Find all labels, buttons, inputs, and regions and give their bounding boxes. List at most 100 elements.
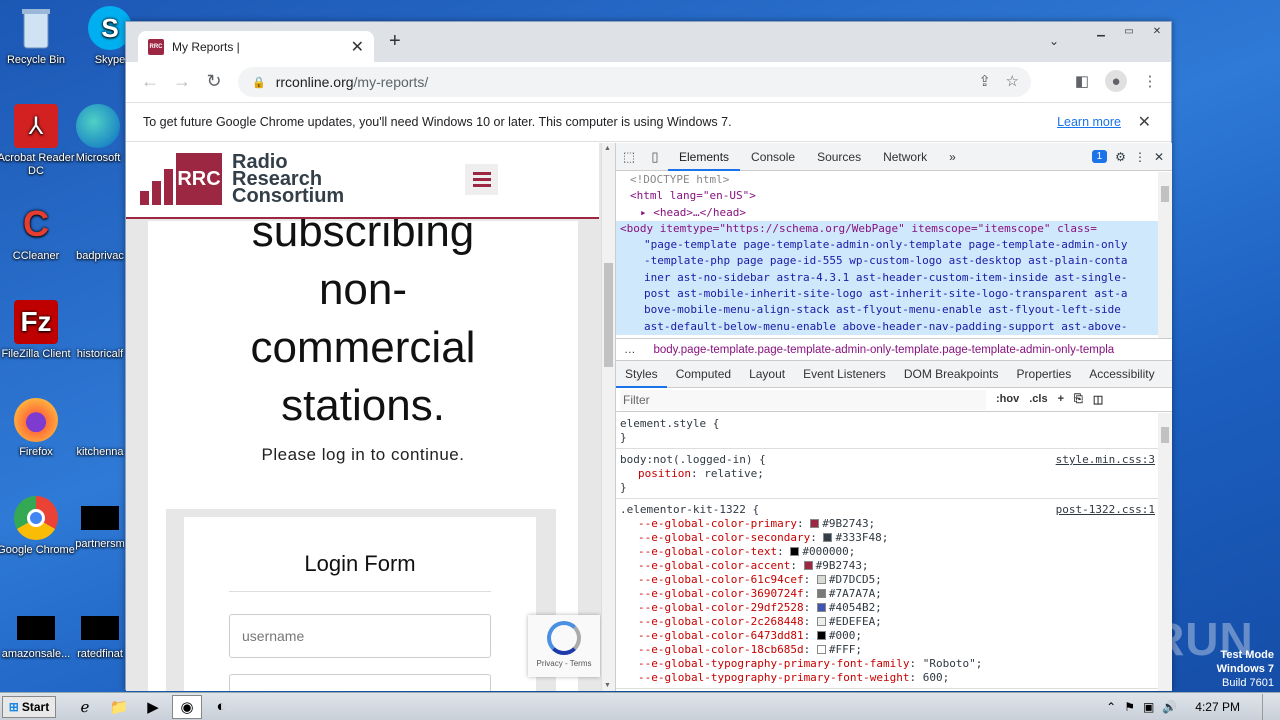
new-tab-icon[interactable]: +	[389, 30, 401, 53]
styles-filter-input[interactable]: Filter	[620, 389, 986, 410]
css-property-value[interactable]: "Roboto";	[923, 657, 983, 670]
css-property-name[interactable]: --e-global-color-primary	[638, 517, 797, 530]
tray-volume-icon[interactable]: 🔊	[1162, 700, 1177, 714]
tab-search-icon[interactable]: ⌄	[1049, 34, 1059, 48]
css-property[interactable]: --e-global-color-primary: #9B2743;	[620, 517, 1155, 531]
menu-kebab-icon[interactable]: ⋮	[1139, 70, 1161, 92]
devtools-menu-icon[interactable]: ⋮	[1134, 150, 1146, 164]
profile-avatar-icon[interactable]: ●	[1105, 70, 1127, 92]
color-swatch[interactable]	[803, 561, 813, 570]
maximize-icon[interactable]: ▭	[1115, 22, 1143, 40]
reload-icon[interactable]: ↻	[198, 71, 230, 92]
css-property[interactable]: --e-global-typography-primary-font-weigh…	[620, 671, 1155, 685]
site-logo[interactable]: RRC Radio Research Consortium	[140, 152, 344, 206]
desktop-icon-recycle-bin[interactable]: Recycle Bin	[0, 6, 76, 67]
css-property-name[interactable]: position	[638, 467, 691, 480]
device-toolbar-icon[interactable]: ▯	[642, 149, 668, 165]
css-property-value[interactable]: #000000;	[802, 545, 855, 558]
css-property-name[interactable]: --e-global-color-29df2528	[638, 601, 804, 614]
subtab-accessibility[interactable]: Accessibility	[1080, 361, 1163, 388]
css-property[interactable]: --e-global-color-accent: #9B2743;	[620, 559, 1155, 573]
password-input[interactable]	[229, 674, 491, 691]
tab-network[interactable]: Network	[872, 143, 938, 171]
issues-badge[interactable]: 1	[1091, 150, 1108, 163]
inspect-element-icon[interactable]: ⬚	[616, 149, 642, 165]
page-scrollbar-thumb[interactable]	[604, 263, 613, 367]
css-property[interactable]: --e-global-color-text: #000000;	[620, 545, 1155, 559]
infobar-close-icon[interactable]: ✕	[1138, 112, 1151, 132]
tray-network-icon[interactable]: ▣	[1143, 700, 1154, 714]
css-rule[interactable]: body:not(.logged-in) {style.min.css:3 pos…	[616, 449, 1159, 499]
subtab-computed[interactable]: Computed	[667, 361, 740, 388]
color-swatch[interactable]	[816, 589, 826, 598]
color-swatch[interactable]	[810, 519, 820, 528]
css-property[interactable]: --e-global-color-2c268448: #EDEFEA;	[620, 615, 1155, 629]
css-property[interactable]: --e-global-color-29df2528: #4054B2;	[620, 601, 1155, 615]
css-property-value[interactable]: relative;	[704, 467, 764, 480]
color-swatch[interactable]	[816, 603, 826, 612]
css-property-value[interactable]: #EDEFEA;	[829, 615, 882, 628]
tray-expand-icon[interactable]: ⌃	[1106, 700, 1116, 714]
css-property-value[interactable]: #000;	[829, 629, 862, 642]
username-input[interactable]: username	[229, 614, 491, 658]
taskbar-explorer-icon[interactable]: 📁	[104, 695, 134, 719]
lock-icon[interactable]: 🔒	[252, 76, 266, 89]
css-property[interactable]: --e-global-color-18cb685d: #FFF;	[620, 643, 1155, 657]
css-property[interactable]: --e-global-color-6473dd81: #000;	[620, 629, 1155, 643]
address-bar[interactable]: 🔒 rrconline.org/my-reports/ ⇪ ☆	[238, 67, 1031, 97]
css-property[interactable]: --e-global-color-61c94cef: #D7DCD5;	[620, 573, 1155, 587]
css-property-value[interactable]: #9B2743;	[822, 517, 875, 530]
devtools-close-icon[interactable]: ✕	[1154, 150, 1164, 164]
css-property-name[interactable]: --e-global-color-18cb685d	[638, 643, 804, 656]
subtab-event-listeners[interactable]: Event Listeners	[794, 361, 895, 388]
css-property[interactable]: --e-global-color-secondary: #333F48;	[620, 531, 1155, 545]
add-rule-icon[interactable]: +	[1058, 393, 1064, 406]
forward-icon[interactable]: →	[166, 71, 198, 92]
dom-body-selected[interactable]: <body itemtype="https://schema.org/WebPa…	[616, 220, 1159, 335]
minimize-icon[interactable]: ▁	[1087, 22, 1115, 40]
tab-console[interactable]: Console	[740, 143, 806, 171]
css-property-name[interactable]: --e-global-color-61c94cef	[638, 573, 804, 586]
start-button[interactable]: ⊞ Start	[2, 695, 56, 718]
breadcrumb-ellipsis[interactable]: …	[624, 344, 636, 356]
css-property-name[interactable]: --e-global-color-6473dd81	[638, 629, 804, 642]
css-property-value[interactable]: #4054B2;	[829, 601, 882, 614]
subtab-layout[interactable]: Layout	[740, 361, 794, 388]
css-rule[interactable]: element.style {}	[616, 413, 1159, 449]
dom-html[interactable]: <html lang="en-US">	[616, 188, 1159, 204]
subtab-dom-breakpoints[interactable]: DOM Breakpoints	[895, 361, 1008, 388]
side-panel-icon[interactable]: ◧	[1071, 70, 1093, 92]
tab-sources[interactable]: Sources	[806, 143, 872, 171]
css-property-value[interactable]: 600;	[923, 671, 950, 684]
recaptcha-badge[interactable]: Privacy - Terms	[528, 615, 600, 677]
tab-close-icon[interactable]: ✕	[351, 37, 364, 57]
styles-scrollbar[interactable]	[1158, 413, 1172, 691]
css-property[interactable]: --e-global-color-3690724f: #7A7A7A;	[620, 587, 1155, 601]
tray-flag-icon[interactable]: ⚑	[1124, 700, 1135, 714]
color-swatch[interactable]	[816, 617, 826, 626]
css-property-name[interactable]: --e-global-color-2c268448	[638, 615, 804, 628]
taskbar-media-player-icon[interactable]: ▶	[138, 695, 168, 719]
subtab-styles[interactable]: Styles	[616, 361, 667, 388]
css-source-link[interactable]: style.min.css:3	[1056, 453, 1155, 467]
css-property-value[interactable]: #FFF;	[829, 643, 862, 656]
bookmark-star-icon[interactable]: ☆	[1006, 72, 1019, 90]
toggle-sidebar-icon[interactable]: ◫	[1093, 393, 1103, 406]
share-icon[interactable]: ⇪	[978, 72, 991, 90]
css-source-link[interactable]: post-1322.css:1	[1056, 503, 1155, 517]
dom-scrollbar[interactable]	[1158, 172, 1172, 338]
class-toggle[interactable]: .cls	[1029, 393, 1047, 406]
color-swatch[interactable]	[816, 631, 826, 640]
clock[interactable]: 4:27 PM	[1195, 700, 1240, 714]
taskbar-ie-icon[interactable]: ℯ	[70, 695, 100, 719]
hover-state-toggle[interactable]: :hov	[996, 393, 1019, 406]
taskbar-chrome-icon[interactable]: ◉	[172, 694, 202, 719]
color-swatch[interactable]	[823, 533, 833, 542]
browser-tab[interactable]: RRC My Reports | ✕	[138, 31, 374, 62]
css-rule[interactable]: .elementor-kit-1322 {post-1322.css:1 --e-…	[616, 499, 1159, 689]
back-icon[interactable]: ←	[134, 71, 166, 92]
css-property-value[interactable]: #9B2743;	[816, 559, 869, 572]
css-property[interactable]: --e-global-typography-primary-font-famil…	[620, 657, 1155, 671]
show-desktop-icon[interactable]	[1262, 694, 1274, 720]
css-property-name[interactable]: --e-global-color-accent	[638, 559, 790, 572]
